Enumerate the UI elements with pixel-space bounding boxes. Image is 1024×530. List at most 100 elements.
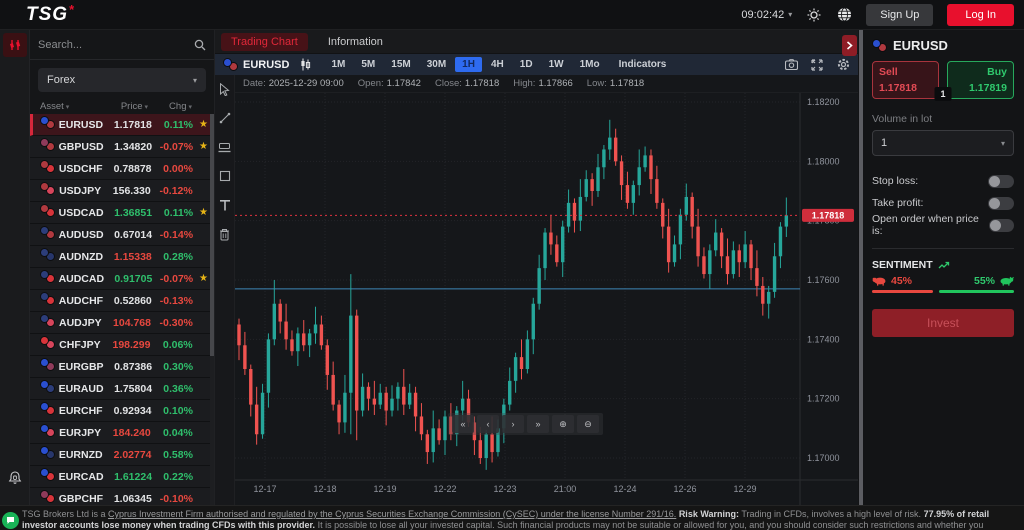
watchlist-row-eurjpy[interactable]: EURJPY 184.240 0.04%	[30, 422, 214, 444]
watchlist-scrollbar[interactable]	[210, 114, 214, 505]
timeframe-15m[interactable]: 15M	[384, 57, 417, 72]
panel-collapse-button[interactable]	[842, 35, 857, 56]
watchlist-sidebar: Forex ▾ Asset▾ Price▾ Chg▾ EURUSD 1.17818…	[30, 30, 215, 505]
tab-information[interactable]: Information	[318, 33, 393, 51]
watchlist-row-usdjpy[interactable]: USDJPY 156.330 -0.12%	[30, 180, 214, 202]
watchlist-row-eurusd[interactable]: EURUSD 1.17818 0.11% ★	[30, 114, 214, 136]
invest-button[interactable]: Invest	[872, 309, 1014, 337]
language-globe-icon[interactable]	[836, 7, 852, 23]
chart-nav-skip-to-start-button[interactable]: «	[452, 415, 474, 433]
cysec-license-link[interactable]: Cyprus Investment Firm authorised and re…	[108, 509, 676, 519]
logo-star-icon: *	[69, 1, 76, 17]
watchlist-row-audjpy[interactable]: AUDJPY 104.768 -0.30%	[30, 312, 214, 334]
column-asset[interactable]: Asset ▾	[40, 101, 96, 112]
bull-icon	[999, 276, 1014, 286]
measure-tool-icon[interactable]	[217, 139, 233, 155]
text-tool-icon[interactable]	[217, 197, 233, 213]
fullscreen-icon[interactable]	[810, 58, 824, 72]
chart-nav-step-back-button[interactable]: ‹	[477, 415, 499, 433]
watchlist-row-euraud[interactable]: EURAUD 1.75804 0.36%	[30, 378, 214, 400]
pair-flag-icon	[40, 489, 55, 503]
favorite-star-icon[interactable]: ★	[193, 141, 208, 152]
toggle-switch-stop-loss-[interactable]	[988, 174, 1014, 188]
rectangle-tool-icon[interactable]	[217, 168, 233, 184]
log-in-button[interactable]: Log In	[947, 3, 1014, 26]
brand-logo[interactable]: TSG*	[26, 1, 76, 26]
chart-nav-step-forward-button[interactable]: ›	[502, 415, 524, 433]
watchlist-row-audchf[interactable]: AUDCHF 0.52860 -0.13%	[30, 290, 214, 312]
screenshot-camera-icon[interactable]	[784, 58, 798, 72]
chart-toolbar: EURUSD 1M 5M 15M 30M 1H 4H 1D 1W 1Mo Indicators	[215, 54, 858, 75]
toggle-switch-open-order-when-price-is-[interactable]	[988, 218, 1014, 232]
asset-change: -0.07%	[159, 272, 194, 285]
column-price[interactable]: Price ▾	[96, 101, 148, 112]
volume-select[interactable]: 1 ▾	[872, 130, 1014, 156]
asset-change: 0.11%	[163, 206, 194, 219]
symbol-selector[interactable]: EURUSD	[223, 58, 289, 72]
watchlist-row-audnzd[interactable]: AUDNZD 1.15338 0.28%	[30, 246, 214, 268]
toggle-switch-take-profit-[interactable]	[988, 196, 1014, 210]
timeframe-4h[interactable]: 4H	[484, 57, 511, 72]
buy-button[interactable]: Buy 1.17819	[947, 61, 1014, 99]
delete-trash-icon[interactable]	[217, 226, 233, 242]
support-chat-icon[interactable]	[2, 512, 19, 529]
chart-nav-zoom-in-button[interactable]: ⊕	[552, 415, 574, 433]
category-select[interactable]: Forex ▾	[38, 68, 206, 92]
asset-pair: GBPCHF	[58, 492, 104, 505]
theme-toggle-sun-icon[interactable]	[806, 7, 822, 23]
sell-button[interactable]: Sell 1.17818	[872, 61, 939, 99]
watchlist-row-eurnzd[interactable]: EURNZD 2.02774 0.58%	[30, 444, 214, 466]
watchlist-row-eurcad[interactable]: EURCAD 1.61224 0.22%	[30, 466, 214, 488]
top-bar: TSG* 09:02:42 ▾ Sign Up Log In	[0, 0, 1024, 30]
watchlist-row-usdcad[interactable]: USDCAD 1.36851 0.11% ★	[30, 202, 214, 224]
server-time-dropdown[interactable]: 09:02:42 ▾	[741, 9, 792, 21]
asset-pair: AUDJPY	[59, 316, 102, 329]
asset-price: 0.92934	[113, 404, 152, 417]
panel-symbol: EURUSD	[893, 38, 948, 53]
notifications-bell-icon[interactable]	[8, 470, 22, 485]
timeframe-1mo[interactable]: 1Mo	[573, 57, 607, 72]
watchlist-row-eurgbp[interactable]: EURGBP 0.87386 0.30%	[30, 356, 214, 378]
tab-trading-chart[interactable]: Trading Chart	[221, 32, 308, 51]
watchlist-row-gbpchf[interactable]: GBPCHF 1.06345 -0.10%	[30, 488, 214, 505]
favorite-star-icon[interactable]: ★	[193, 273, 208, 284]
y-axis-tick: 1.17000	[807, 453, 840, 463]
asset-change: 0.28%	[163, 250, 193, 263]
watchlist-row-audcad[interactable]: AUDCAD 0.91705 -0.07% ★	[30, 268, 214, 290]
sentiment-bars	[872, 290, 1014, 293]
chart-nav-skip-to-end-button[interactable]: »	[527, 415, 549, 433]
trade-panel: EURUSD Sell 1.17818 Buy 1.17819 1 Volume…	[858, 30, 1024, 505]
asset-pair: EURCHF	[58, 404, 103, 417]
chart-nav-zoom-out-button[interactable]: ⊖	[577, 415, 599, 433]
trendline-tool-icon[interactable]	[217, 110, 233, 126]
asset-price: 1.34820	[114, 140, 153, 153]
watchlist-row-chfjpy[interactable]: CHFJPY 198.299 0.06%	[30, 334, 214, 356]
search-icon[interactable]	[194, 39, 206, 51]
timeframe-1h[interactable]: 1H	[455, 57, 482, 73]
search-input[interactable]	[38, 38, 188, 51]
cursor-tool-icon[interactable]	[217, 81, 233, 97]
watchlist-row-eurchf[interactable]: EURCHF 0.92934 0.10%	[30, 400, 214, 422]
watchlist-row-audusd[interactable]: AUDUSD 0.67014 -0.14%	[30, 224, 214, 246]
chart-type-candles-icon[interactable]	[299, 58, 312, 71]
watchlist-row-usdchf[interactable]: USDCHF 0.78878 0.00%	[30, 158, 214, 180]
timeframe-1w[interactable]: 1W	[542, 57, 571, 72]
indicators-button[interactable]: Indicators	[619, 59, 667, 70]
timeframe-5m[interactable]: 5M	[354, 57, 382, 72]
candlestick-chart[interactable]: 1.182001.180001.178001.176001.174001.172…	[235, 93, 858, 505]
column-chg[interactable]: Chg ▾	[148, 101, 192, 112]
markets-icon[interactable]	[2, 33, 27, 57]
drawing-tools	[215, 75, 235, 505]
timeframe-1m[interactable]: 1M	[324, 57, 352, 72]
timeframe-1d[interactable]: 1D	[513, 57, 540, 72]
chart-settings-gear-icon[interactable]	[836, 58, 850, 72]
panel-scrollbar[interactable]	[859, 30, 863, 505]
timeframe-30m[interactable]: 30M	[420, 57, 453, 72]
watchlist-row-gbpusd[interactable]: GBPUSD 1.34820 -0.07% ★	[30, 136, 214, 158]
favorite-star-icon[interactable]: ★	[193, 119, 208, 130]
asset-pair: USDCHF	[58, 162, 103, 175]
y-axis-tick: 1.17200	[807, 394, 840, 404]
favorite-star-icon[interactable]: ★	[193, 207, 208, 218]
asset-pair: EURJPY	[59, 426, 102, 439]
sign-up-button[interactable]: Sign Up	[866, 3, 934, 26]
